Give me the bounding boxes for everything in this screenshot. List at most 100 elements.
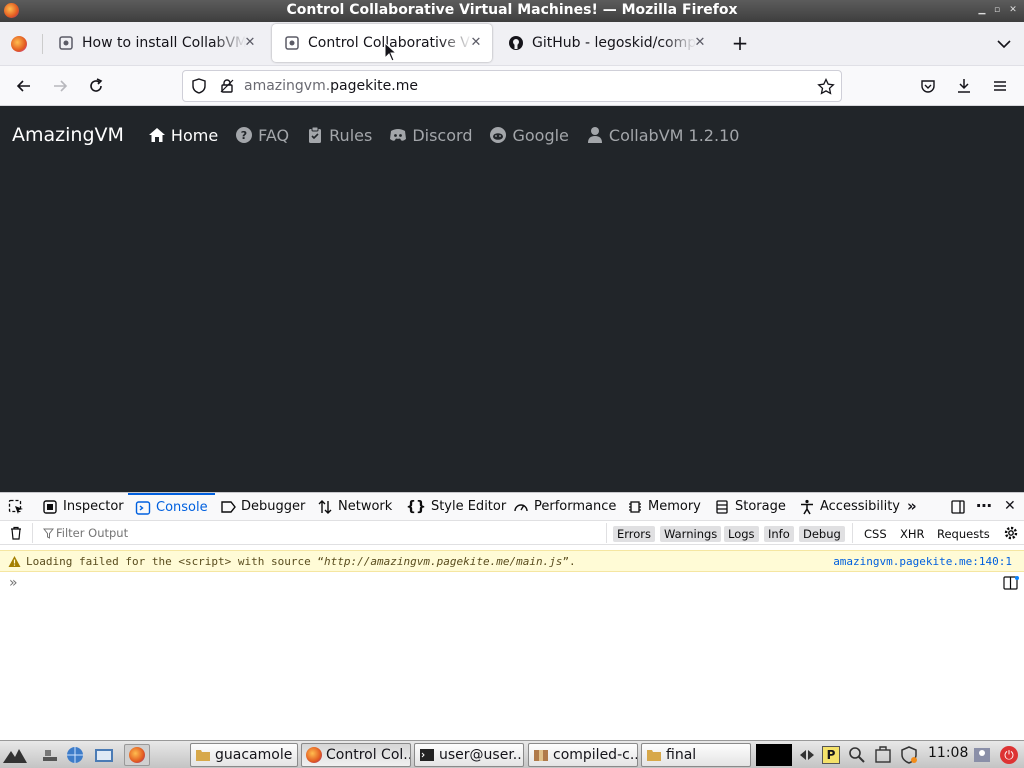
devtools-meatball-menu-icon[interactable]: ⋯ bbox=[976, 496, 992, 515]
back-button[interactable] bbox=[10, 72, 38, 100]
bookmark-star-icon[interactable] bbox=[817, 78, 835, 96]
console-icon bbox=[135, 500, 151, 515]
power-icon[interactable]: ⏻ bbox=[1000, 746, 1018, 764]
nav-rules-link[interactable]: Rules bbox=[306, 126, 372, 145]
tab-github[interactable]: GitHub - legoskid/compiled-collabvm ✕ bbox=[496, 24, 716, 62]
taskbar-task-terminal[interactable]: user@user... bbox=[414, 743, 524, 767]
app-menu-button[interactable] bbox=[986, 72, 1014, 100]
discord-icon bbox=[390, 129, 407, 141]
taskbar-task-final[interactable]: final bbox=[641, 743, 751, 767]
filter-css-button[interactable]: CSS bbox=[860, 526, 891, 542]
file-manager-icon[interactable] bbox=[94, 746, 114, 764]
github-icon bbox=[509, 36, 523, 50]
trash-icon[interactable] bbox=[9, 526, 23, 540]
search-icon[interactable] bbox=[848, 746, 866, 764]
close-window-icon[interactable]: ✕ bbox=[1006, 3, 1020, 17]
performance-gauge-icon bbox=[514, 503, 528, 511]
tab-label: How to install CollabVM/1.2 bbox=[82, 35, 246, 51]
devtools-tab-network[interactable]: Network bbox=[317, 493, 392, 520]
element-picker-icon[interactable] bbox=[8, 499, 24, 515]
more-tools-chevron-icon[interactable]: » bbox=[907, 497, 917, 515]
clock[interactable]: 11:08 bbox=[928, 745, 968, 761]
package-updates-icon[interactable] bbox=[874, 746, 892, 764]
show-desktop-icon[interactable] bbox=[42, 747, 58, 763]
filter-funnel-icon bbox=[43, 528, 54, 539]
devtools-tab-label: Storage bbox=[735, 499, 786, 514]
close-devtools-icon[interactable]: ✕ bbox=[1004, 498, 1016, 514]
window-titlebar: Control Collaborative Virtual Machines! … bbox=[0, 0, 1024, 22]
filter-debug-button[interactable]: Debug bbox=[799, 526, 845, 542]
filter-xhr-button[interactable]: XHR bbox=[896, 526, 929, 542]
taskbar-task-guacamole[interactable]: guacamole bbox=[190, 743, 298, 767]
close-tab-icon[interactable]: ✕ bbox=[692, 35, 708, 51]
taskbar-task-firefox[interactable]: Control Col... bbox=[301, 743, 411, 767]
devtools-tab-accessibility[interactable]: Accessibility bbox=[799, 493, 900, 520]
forward-arrow-icon bbox=[54, 80, 68, 92]
console-settings-gear-icon[interactable] bbox=[1003, 525, 1019, 541]
devtools-tab-performance[interactable]: Performance bbox=[513, 493, 616, 520]
firefox-view-icon[interactable] bbox=[11, 36, 27, 52]
devtools-tab-console[interactable]: Console bbox=[128, 493, 215, 520]
navigation-toolbar: amazingvm.pagekite.me bbox=[0, 66, 1024, 106]
tab-collabvm-control[interactable]: Control Collaborative Virtual Machines! … bbox=[272, 24, 492, 62]
pocket-icon bbox=[921, 80, 935, 93]
downloads-button[interactable] bbox=[950, 72, 978, 100]
console-filter-bar: Errors Warnings Logs Info Debug CSS XHR … bbox=[0, 521, 1024, 545]
nav-home-link[interactable]: Home bbox=[148, 126, 218, 145]
filter-errors-button[interactable]: Errors bbox=[613, 526, 656, 542]
tab-install-collabvm[interactable]: How to install CollabVM/1.2 ✕ bbox=[46, 24, 266, 62]
filter-requests-button[interactable]: Requests bbox=[933, 526, 994, 542]
style-editor-braces-icon: {} bbox=[406, 498, 426, 515]
devtools-tab-memory[interactable]: Memory bbox=[627, 493, 701, 520]
console-input[interactable] bbox=[22, 575, 992, 593]
start-menu-icon[interactable] bbox=[2, 745, 28, 765]
filter-warnings-button[interactable]: Warnings bbox=[660, 526, 722, 542]
filter-logs-button[interactable]: Logs bbox=[724, 526, 759, 542]
devtools-tab-inspector[interactable]: Inspector bbox=[42, 493, 124, 520]
page-content: AmazingVM Home ? FAQ Rules Discord Googl… bbox=[0, 106, 1024, 492]
maximize-icon[interactable]: ▫ bbox=[990, 3, 1004, 17]
taskbar-task-archive[interactable]: compiled-c... bbox=[528, 743, 638, 767]
reload-icon bbox=[90, 78, 103, 92]
editor-mode-toggle-icon[interactable] bbox=[1003, 576, 1019, 590]
mouse-cursor-icon bbox=[384, 42, 398, 62]
filter-separator bbox=[32, 523, 33, 543]
forward-button[interactable] bbox=[46, 72, 74, 100]
devtools-panel: Inspector Console Debugger Network {} St… bbox=[0, 492, 1024, 740]
user-switch-icon[interactable] bbox=[973, 746, 991, 764]
pocket-button[interactable] bbox=[914, 72, 942, 100]
console-filter-input[interactable] bbox=[56, 524, 596, 542]
nav-faq-link[interactable]: ? FAQ bbox=[235, 126, 289, 145]
minimize-icon[interactable]: ▁ bbox=[975, 3, 989, 17]
web-browser-globe-icon[interactable] bbox=[66, 746, 84, 764]
nav-home-label: Home bbox=[170, 125, 219, 145]
devtools-tab-label: Performance bbox=[534, 499, 617, 514]
dock-side-icon[interactable] bbox=[950, 499, 966, 515]
site-brand[interactable]: AmazingVM bbox=[12, 124, 124, 146]
devtools-tab-storage[interactable]: Storage bbox=[714, 493, 786, 520]
filter-info-button[interactable]: Info bbox=[764, 526, 794, 542]
reload-button[interactable] bbox=[82, 72, 110, 100]
close-tab-icon[interactable]: ✕ bbox=[242, 35, 258, 51]
site-info-icon[interactable] bbox=[219, 78, 235, 94]
nav-discord-link[interactable]: Discord bbox=[389, 126, 472, 145]
close-tab-icon[interactable]: ✕ bbox=[468, 35, 484, 51]
clipboard-p-icon[interactable]: P bbox=[822, 746, 840, 764]
devtools-tab-style-editor[interactable]: {} Style Editor bbox=[406, 493, 506, 520]
devtools-tab-debugger[interactable]: Debugger bbox=[220, 493, 305, 520]
accessibility-icon bbox=[801, 499, 813, 514]
nav-collabvm-link[interactable]: CollabVM 1.2.10 bbox=[586, 126, 739, 145]
security-shield-icon[interactable] bbox=[900, 746, 918, 764]
list-all-tabs-icon[interactable] bbox=[994, 34, 1014, 54]
nav-discord-label: Discord bbox=[412, 125, 473, 145]
shield-icon[interactable] bbox=[191, 78, 207, 94]
terminal-icon bbox=[420, 749, 434, 761]
new-tab-icon[interactable]: + bbox=[730, 33, 750, 54]
url-bar[interactable]: amazingvm.pagekite.me bbox=[182, 70, 842, 102]
home-icon bbox=[148, 128, 165, 142]
message-source-link[interactable]: amazingvm.pagekite.me:140:1 bbox=[833, 555, 1012, 568]
nav-google-link[interactable]: Google bbox=[489, 126, 569, 145]
devtools-tab-label: Inspector bbox=[63, 499, 124, 514]
quicklaunch-firefox[interactable] bbox=[124, 744, 150, 766]
network-transfer-icon[interactable] bbox=[798, 746, 816, 764]
